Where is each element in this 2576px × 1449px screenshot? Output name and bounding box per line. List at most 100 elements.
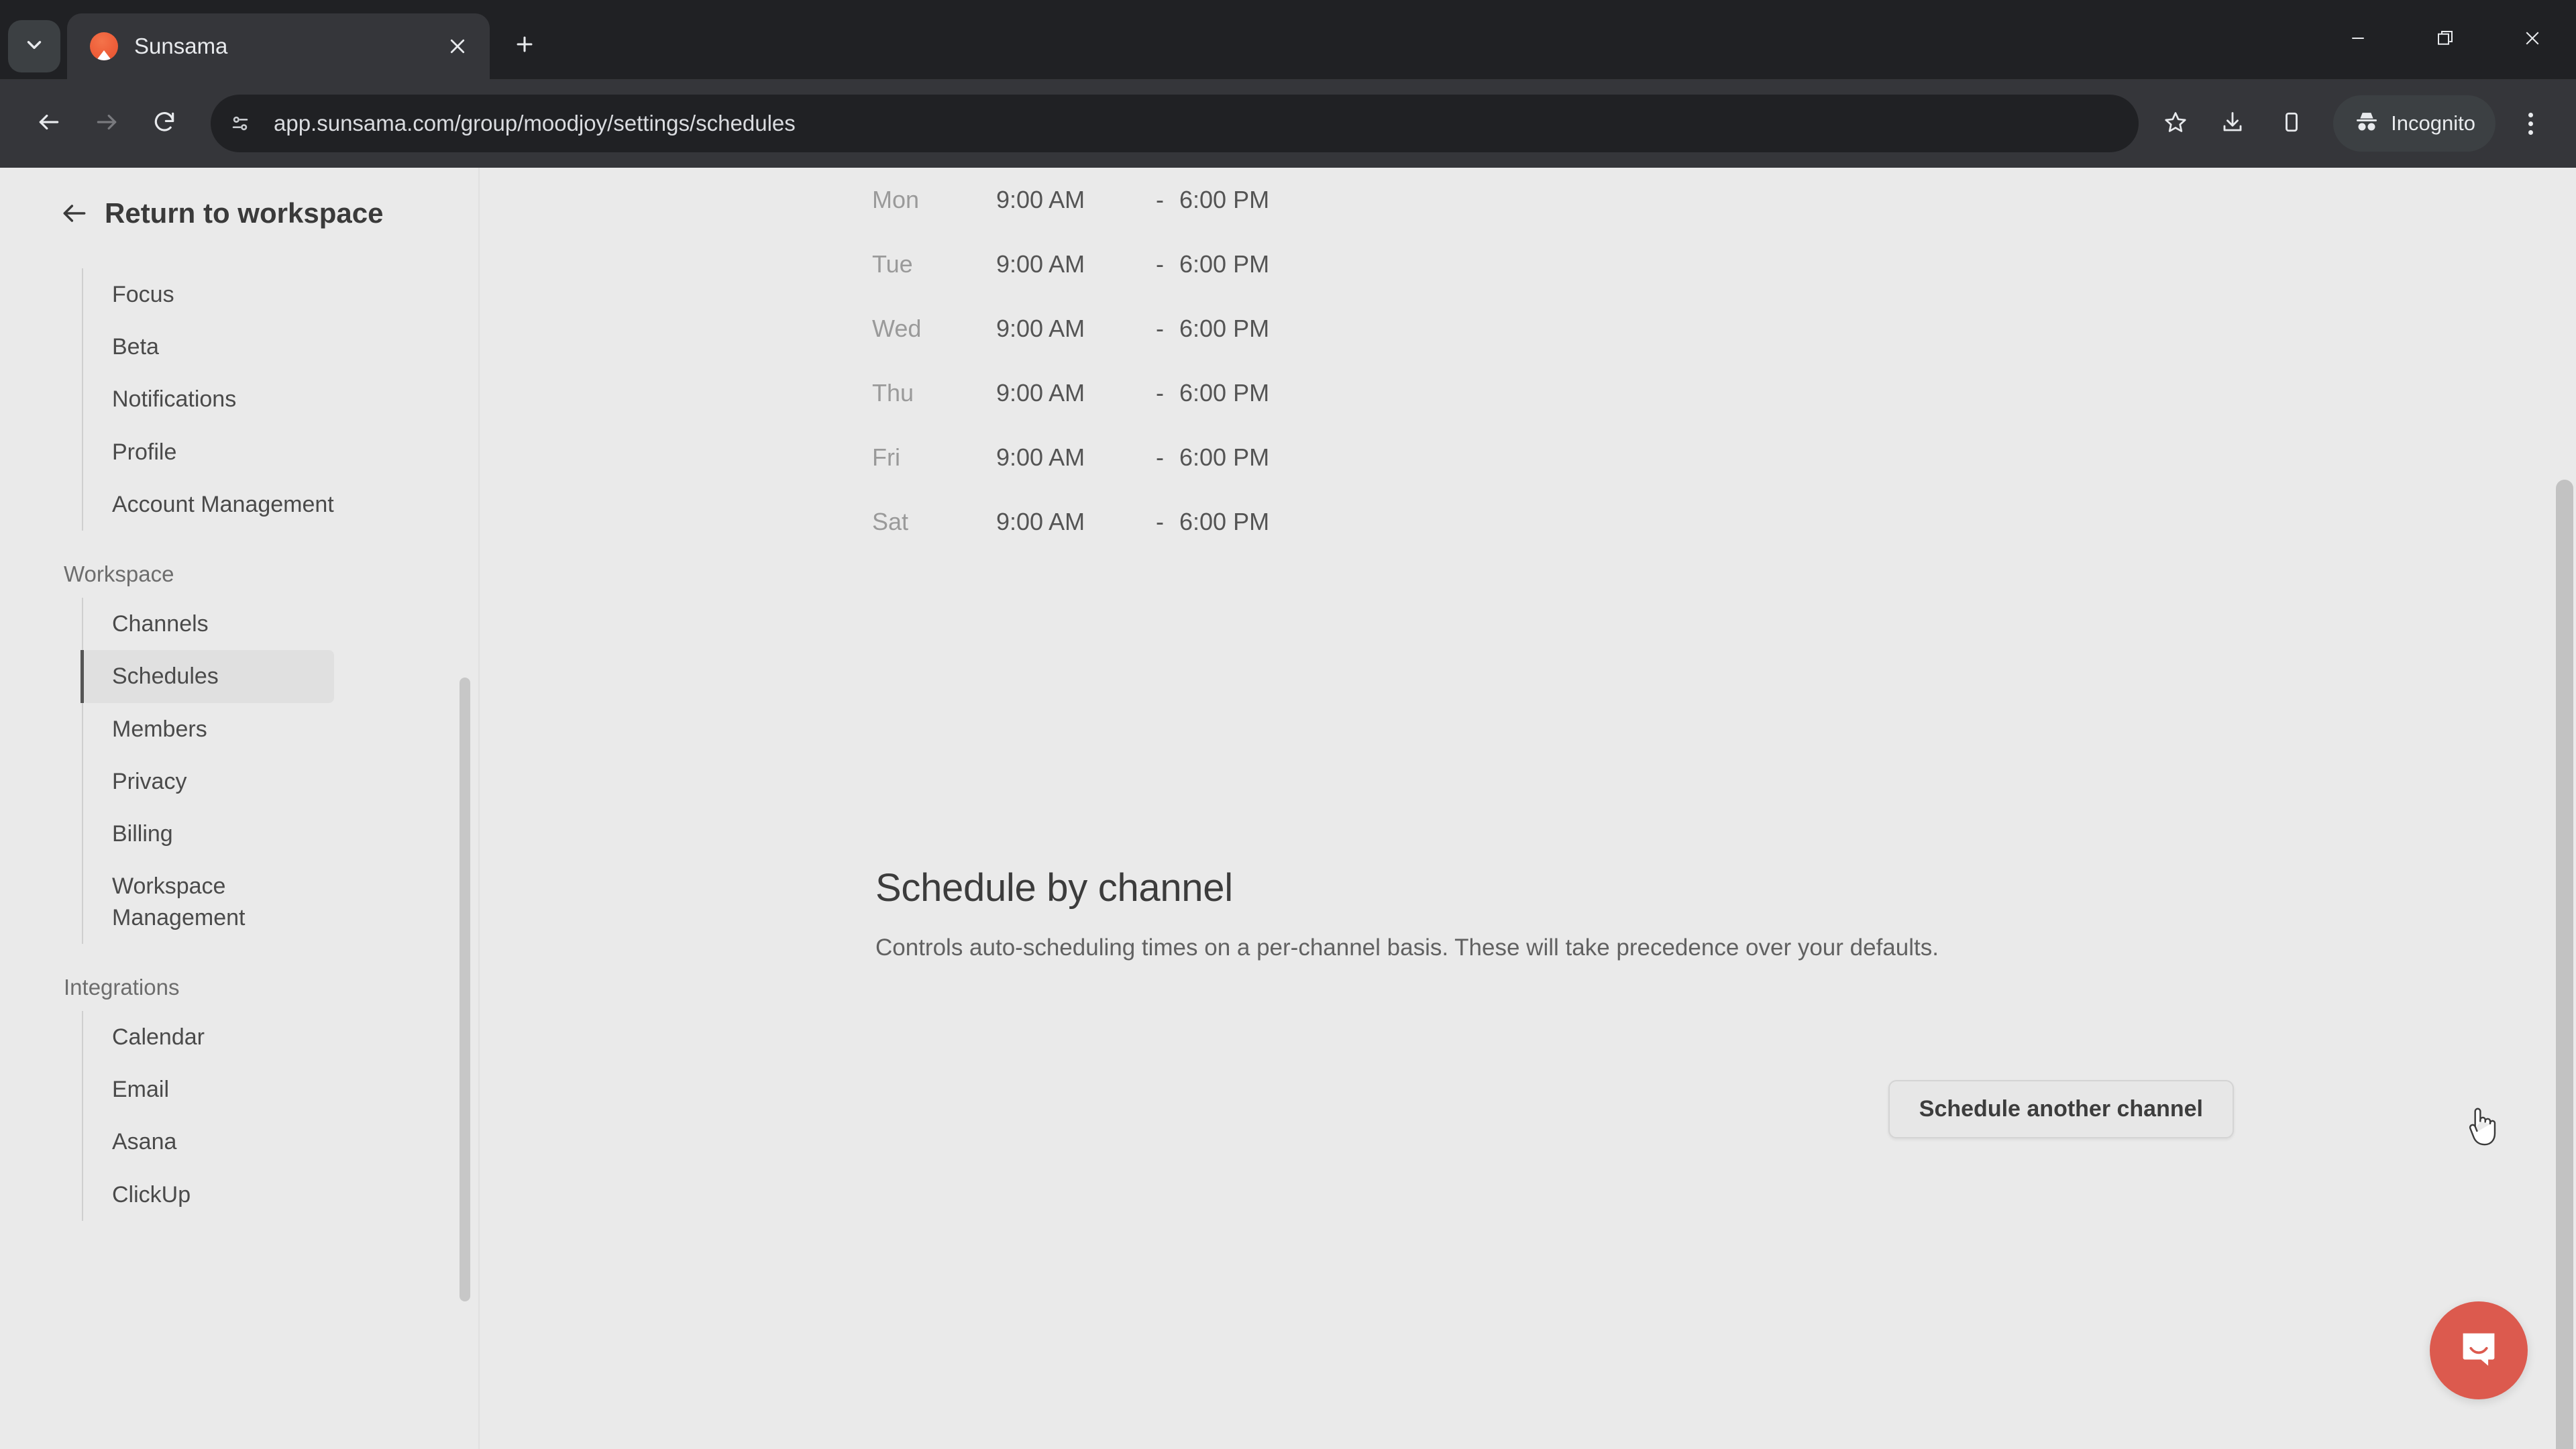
schedule-dash: -: [1156, 508, 1164, 535]
sidebar-scrollbar-thumb[interactable]: [460, 678, 470, 1301]
schedule-by-channel-section: Schedule by channel Controls auto-schedu…: [875, 865, 2496, 961]
three-dots-vertical-icon: [2528, 112, 2533, 117]
schedule-start-time[interactable]: 9:00 AM: [996, 508, 1140, 536]
page-info-icon[interactable]: [217, 101, 263, 146]
window-close-button[interactable]: [2489, 0, 2576, 79]
intercom-chat-icon: [2455, 1325, 2503, 1377]
sidebar-item-focus[interactable]: Focus: [82, 268, 334, 321]
sunsama-logo-icon: [90, 32, 118, 60]
sidebar-group-workspace: Workspace Channels Schedules Members Pri…: [0, 561, 478, 944]
window-controls: [2314, 0, 2576, 79]
restore-icon: [2435, 28, 2455, 52]
chevron-down-icon: [23, 34, 46, 60]
browser-toolbar: app.sunsama.com/group/moodjoy/settings/s…: [0, 79, 2576, 168]
sidebar-group-integrations: Integrations Calendar Email Asana ClickU…: [0, 975, 478, 1221]
schedule-end-time[interactable]: 6:00 PM: [1179, 443, 1269, 472]
sidebar-item-calendar[interactable]: Calendar: [82, 1011, 334, 1063]
schedule-end-time[interactable]: 6:00 PM: [1179, 315, 1269, 343]
url-text: app.sunsama.com/group/moodjoy/settings/s…: [274, 111, 796, 136]
tab-title: Sunsama: [134, 34, 228, 58]
schedule-start-time[interactable]: 9:00 AM: [996, 186, 1140, 214]
forward-button[interactable]: [78, 95, 136, 152]
sidebar-item-asana[interactable]: Asana: [82, 1116, 334, 1168]
sidebar-group-spacer: [0, 531, 478, 561]
sidebar-group-items: Channels Schedules Members Privacy Billi…: [0, 598, 478, 944]
sidebar-item-billing[interactable]: Billing: [82, 808, 334, 860]
schedule-day: Fri: [872, 443, 900, 471]
star-icon: [2163, 110, 2188, 138]
new-tab-button[interactable]: [500, 21, 549, 70]
schedule-end-time[interactable]: 6:00 PM: [1179, 186, 1269, 214]
three-dots-vertical-icon: [2528, 121, 2533, 126]
return-to-workspace-label: Return to workspace: [105, 197, 384, 229]
schedule-start-time[interactable]: 9:00 AM: [996, 315, 1140, 343]
schedule-start-time[interactable]: 9:00 AM: [996, 250, 1140, 278]
default-schedule-table: Mon 9:00 AM - 6:00 PM Tue 9:00 AM - 6:00…: [872, 168, 1269, 554]
plus-icon: [513, 33, 536, 59]
table-row: Wed 9:00 AM - 6:00 PM: [872, 297, 1269, 361]
sidebar-item-account-management[interactable]: Account Management: [82, 478, 334, 531]
page-viewport: Return to workspace Focus Beta Notificat…: [0, 168, 2576, 1449]
sidebar-item-clickup[interactable]: ClickUp: [82, 1169, 334, 1221]
sidebar-item-workspace-management[interactable]: Workspace Management: [82, 860, 334, 943]
schedule-start-time[interactable]: 9:00 AM: [996, 379, 1140, 407]
settings-sidebar: Return to workspace Focus Beta Notificat…: [0, 168, 480, 1449]
pointing-hand-cursor: [2462, 1104, 2498, 1147]
schedule-dash: -: [1156, 250, 1164, 278]
address-bar[interactable]: app.sunsama.com/group/moodjoy/settings/s…: [211, 95, 2139, 152]
side-panel-button[interactable]: [2265, 97, 2318, 150]
arrow-left-icon: [59, 198, 90, 229]
incognito-indicator[interactable]: Incognito: [2333, 95, 2496, 152]
sidebar-group-spacer: [0, 944, 478, 975]
back-button[interactable]: [20, 95, 78, 152]
sidebar-group-personal: Focus Beta Notifications Profile Account…: [0, 268, 478, 531]
sidebar-item-members[interactable]: Members: [82, 703, 334, 755]
schedule-dash: -: [1156, 315, 1164, 342]
sidebar-item-beta[interactable]: Beta: [82, 321, 334, 373]
page-scrollbar-thumb[interactable]: [2556, 480, 2573, 1449]
schedule-day: Thu: [872, 379, 914, 407]
schedule-dash: -: [1156, 186, 1164, 213]
three-dots-vertical-icon: [2528, 129, 2533, 135]
schedule-day: Wed: [872, 315, 922, 342]
sidebar-group-items: Calendar Email Asana ClickUp: [0, 1010, 478, 1221]
schedule-start-time[interactable]: 9:00 AM: [996, 443, 1140, 472]
schedule-end-time[interactable]: 6:00 PM: [1179, 508, 1269, 536]
browser-menu-button[interactable]: [2505, 98, 2556, 149]
settings-content: Mon 9:00 AM - 6:00 PM Tue 9:00 AM - 6:00…: [480, 168, 2576, 1449]
schedule-end-time[interactable]: 6:00 PM: [1179, 379, 1269, 407]
return-to-workspace-button[interactable]: Return to workspace: [0, 168, 478, 229]
reload-icon: [152, 109, 177, 138]
close-icon: [2522, 28, 2542, 52]
sidebar-item-profile[interactable]: Profile: [82, 426, 334, 478]
minimize-icon: [2348, 28, 2368, 52]
browser-window: Sunsama app.sunsama.com/group/moodjoy/se…: [0, 0, 2576, 1449]
sidebar-nav-scroll: Focus Beta Notifications Profile Account…: [0, 268, 478, 1449]
sidebar-item-email[interactable]: Email: [82, 1063, 334, 1116]
arrow-left-icon: [36, 109, 62, 138]
incognito-icon: [2353, 109, 2380, 139]
schedule-day: Tue: [872, 250, 913, 278]
side-panel-icon: [2279, 110, 2304, 138]
schedule-by-channel-actions: Schedule another channel: [875, 1080, 2234, 1138]
tab-strip: Sunsama: [0, 0, 2576, 79]
window-restore-button[interactable]: [2402, 0, 2489, 79]
schedule-another-channel-button[interactable]: Schedule another channel: [1888, 1080, 2234, 1138]
reload-button[interactable]: [136, 95, 193, 152]
sidebar-item-channels[interactable]: Channels: [82, 598, 334, 650]
sidebar-item-notifications[interactable]: Notifications: [82, 373, 334, 425]
intercom-launcher-button[interactable]: [2430, 1301, 2528, 1399]
schedule-dash: -: [1156, 379, 1164, 407]
browser-tab-sunsama[interactable]: Sunsama: [67, 13, 490, 79]
schedule-end-time[interactable]: 6:00 PM: [1179, 250, 1269, 278]
close-icon[interactable]: [440, 29, 475, 64]
table-row: Mon 9:00 AM - 6:00 PM: [872, 168, 1269, 232]
tab-search-button[interactable]: [8, 20, 60, 72]
downloads-button[interactable]: [2206, 97, 2259, 150]
window-minimize-button[interactable]: [2314, 0, 2402, 79]
section-description: Controls auto-scheduling times on a per-…: [875, 934, 1939, 961]
bookmark-button[interactable]: [2151, 99, 2200, 148]
page-scrollbar-track[interactable]: [2553, 168, 2576, 1449]
sidebar-item-privacy[interactable]: Privacy: [82, 755, 334, 808]
sidebar-item-schedules[interactable]: Schedules: [80, 650, 334, 703]
